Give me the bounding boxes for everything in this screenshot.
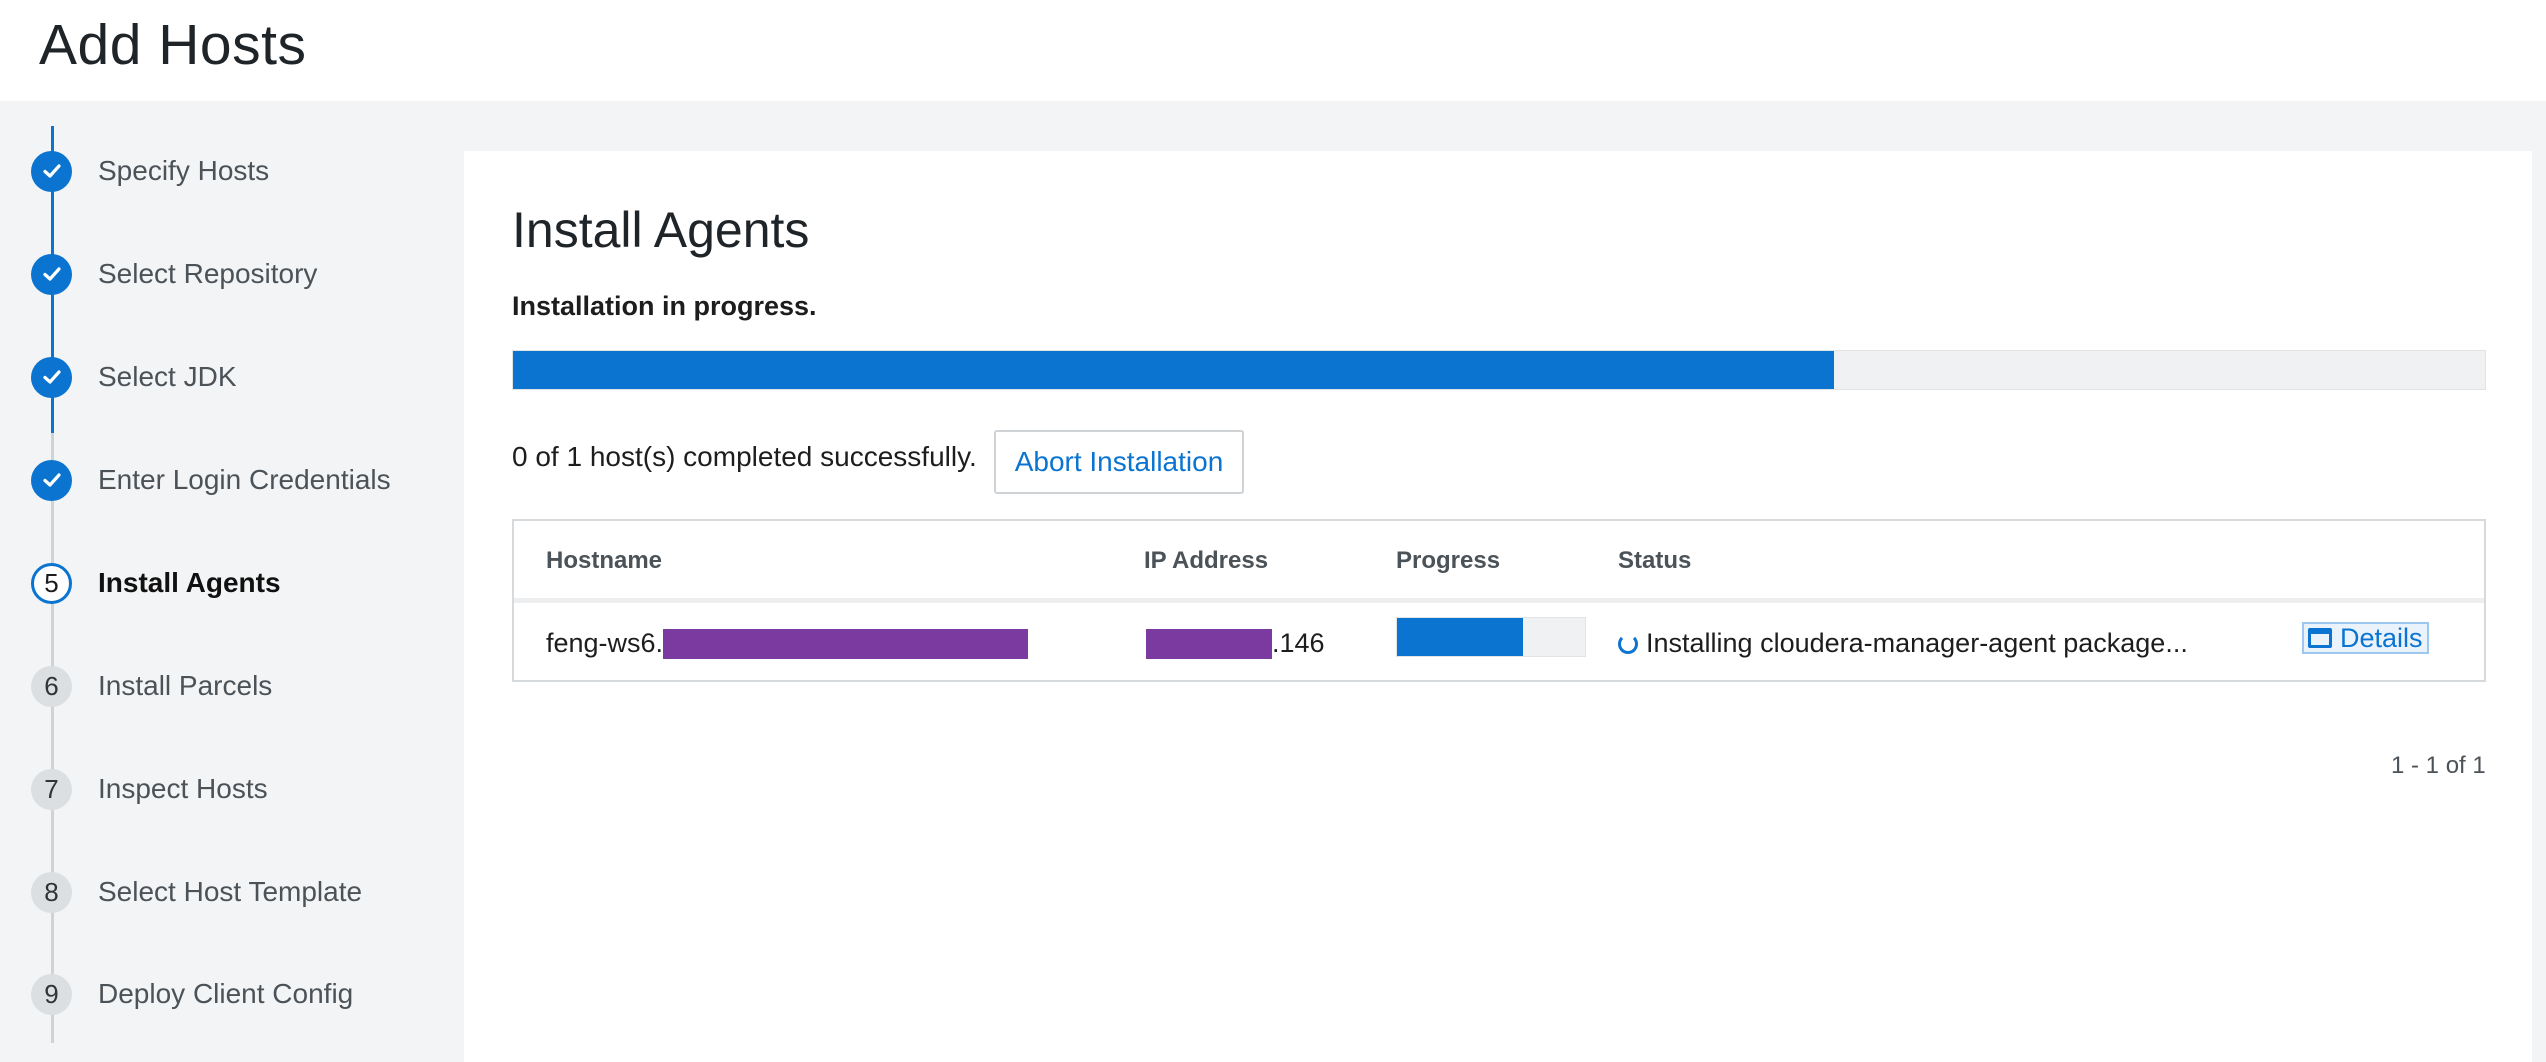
hosts-table: Hostname IP Address Progress Status feng…	[512, 519, 2486, 682]
step-number: 6	[31, 665, 72, 707]
check-circle-icon	[31, 356, 72, 398]
step-label: Select JDK	[98, 361, 237, 392]
completed-summary: 0 of 1 host(s) completed successfully.	[512, 441, 977, 472]
status-cell: Installing cloudera-manager-agent packag…	[1618, 628, 2188, 659]
overall-progress-fill	[513, 351, 1835, 389]
step-label: Select Repository	[98, 258, 318, 289]
abort-installation-button[interactable]: Abort Installation	[994, 430, 1244, 494]
overall-progress-bar	[512, 350, 2486, 390]
steps-connector-todo	[51, 433, 54, 1043]
column-header-ip-address[interactable]: IP Address	[1144, 547, 1268, 575]
ip-address-cell: .146	[1146, 628, 1325, 659]
step-label: Enter Login Credentials	[98, 464, 391, 495]
step-select-repository[interactable]: Select Repository	[31, 252, 317, 296]
check-circle-icon	[31, 459, 72, 501]
step-number: 9	[31, 973, 72, 1015]
hostname-prefix: feng-ws6.	[546, 628, 664, 658]
spinner-icon	[1618, 633, 1638, 654]
header-divider	[514, 598, 2484, 603]
step-deploy-client-config: 9 Deploy Client Config	[31, 972, 353, 1016]
pagination-summary: 1 - 1 of 1	[2391, 752, 2486, 779]
main-panel: Install Agents Installation in progress.…	[464, 151, 2532, 1062]
wizard-body: Specify Hosts Select Repository Select J…	[0, 101, 2546, 1062]
column-header-hostname[interactable]: Hostname	[546, 547, 662, 575]
check-circle-icon	[31, 253, 72, 295]
step-label: Specify Hosts	[98, 155, 270, 186]
host-progress-bar	[1396, 617, 1586, 657]
details-label: Details	[2340, 622, 2423, 653]
step-inspect-hosts: 7 Inspect Hosts	[31, 767, 268, 811]
step-install-agents: 5 Install Agents	[31, 561, 281, 605]
redacted-hostname	[663, 628, 1029, 659]
step-install-parcels: 6 Install Parcels	[31, 664, 272, 708]
column-header-progress[interactable]: Progress	[1396, 547, 1500, 575]
step-select-host-template: 8 Select Host Template	[31, 870, 362, 914]
step-number: 7	[31, 768, 72, 810]
wizard-steps: Specify Hosts Select Repository Select J…	[0, 101, 464, 1062]
step-number: 5	[31, 562, 72, 604]
section-title: Install Agents	[512, 202, 810, 258]
details-link[interactable]: Details	[2302, 622, 2429, 654]
host-progress-fill	[1397, 618, 1523, 656]
step-select-jdk[interactable]: Select JDK	[31, 355, 237, 399]
page-header: Add Hosts	[0, 0, 2546, 101]
step-label: Install Agents	[98, 567, 281, 598]
hostname-cell: feng-ws6.	[546, 628, 1029, 659]
page-title: Add Hosts	[39, 13, 307, 77]
window-icon	[2308, 628, 2332, 648]
ip-suffix: .146	[1272, 628, 1325, 658]
step-label: Inspect Hosts	[98, 773, 268, 804]
step-enter-login-credentials[interactable]: Enter Login Credentials	[31, 458, 391, 502]
step-label: Deploy Client Config	[98, 978, 354, 1009]
column-header-status[interactable]: Status	[1618, 547, 1691, 575]
step-specify-hosts[interactable]: Specify Hosts	[31, 149, 269, 193]
check-circle-icon	[31, 150, 72, 192]
step-number: 8	[31, 871, 72, 913]
step-label: Select Host Template	[98, 876, 363, 907]
status-text: Installing cloudera-manager-agent packag…	[1646, 628, 2188, 658]
redacted-ip	[1146, 628, 1272, 659]
step-label: Install Parcels	[98, 670, 273, 701]
installation-status: Installation in progress.	[512, 291, 817, 321]
